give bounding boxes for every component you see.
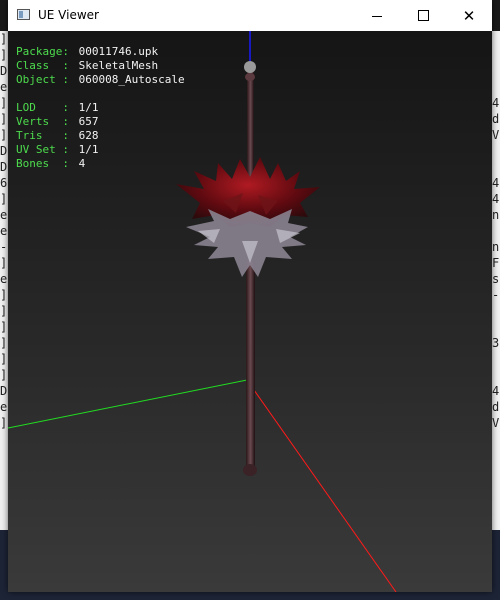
object-value: 060008_Autoscale [78, 73, 185, 86]
lod-value: 1/1 [78, 101, 99, 114]
minimize-button[interactable] [354, 0, 400, 31]
tris-value: 628 [78, 129, 99, 142]
console-char: d [492, 400, 500, 414]
console-char [492, 143, 500, 159]
console-char: 4 [492, 384, 500, 398]
lod-label: LOD : [16, 101, 69, 114]
verts-label: Verts : [16, 115, 69, 128]
info-row-verts: Verts : 657 [16, 115, 185, 129]
console-char [492, 159, 500, 175]
axis-y-line [8, 379, 248, 429]
package-value: 00011746.upk [78, 45, 159, 58]
uvset-label: UV Set : [16, 143, 69, 156]
verts-value: 657 [78, 115, 99, 128]
console-char [492, 351, 500, 367]
bones-label: Bones : [16, 157, 69, 170]
minimize-icon [372, 16, 382, 17]
console-char [492, 367, 500, 383]
console-char: F [492, 256, 500, 270]
info-row-uvset: UV Set : 1/1 [16, 143, 185, 157]
close-button[interactable]: ✕ [446, 0, 492, 31]
console-char: V [492, 416, 500, 430]
info-row-bones: Bones : 4 [16, 157, 185, 171]
weapon-shaft-lower [246, 261, 255, 471]
weapon-pommel [243, 464, 257, 476]
class-label: Class : [16, 59, 69, 72]
console-char: 4 [492, 176, 500, 190]
tris-label: Tris : [16, 129, 69, 142]
class-value: SkeletalMesh [78, 59, 159, 72]
console-char [492, 63, 500, 79]
console-char: n [492, 208, 500, 222]
axis-x-line [246, 379, 397, 592]
console-char: s [492, 272, 500, 286]
3d-viewport[interactable]: Package: 00011746.upk Class : SkeletalMe… [8, 31, 492, 592]
info-row-class: Class : SkeletalMesh [16, 59, 185, 73]
uvset-value: 1/1 [78, 143, 99, 156]
console-char: V [492, 128, 500, 142]
console-char: 4 [492, 192, 500, 206]
background-console-right: 4dV 44n nFs- 3 4dV [492, 31, 500, 591]
console-char: 4 [492, 96, 500, 110]
info-row-package: Package: 00011746.upk [16, 45, 185, 59]
bones-value: 4 [78, 157, 86, 170]
maximize-icon [417, 10, 429, 21]
console-char: d [492, 112, 500, 126]
ue-viewer-window[interactable]: UE Viewer ✕ Package: 00011746.upk Class … [8, 0, 492, 592]
weapon-tip-orb [244, 61, 256, 73]
console-char [492, 319, 500, 335]
info-row-lod: LOD : 1/1 [16, 101, 185, 115]
console-char [492, 303, 500, 319]
mesh-info-panel: Package: 00011746.upk Class : SkeletalMe… [16, 45, 185, 171]
console-char: 3 [492, 336, 500, 350]
app-window-icon [17, 9, 30, 20]
console-char [492, 79, 500, 95]
object-label: Object : [16, 73, 69, 86]
console-char [492, 47, 500, 63]
console-char [492, 223, 500, 239]
info-row-object: Object : 060008_Autoscale [16, 73, 185, 87]
console-char: n [492, 240, 500, 254]
info-row-tris: Tris : 628 [16, 129, 185, 143]
console-char: - [492, 288, 500, 302]
console-char [492, 31, 500, 47]
close-icon: ✕ [462, 6, 476, 25]
maximize-button[interactable] [400, 0, 446, 31]
window-title: UE Viewer [38, 8, 99, 22]
package-label: Package: [16, 45, 69, 58]
title-bar[interactable]: UE Viewer ✕ [8, 0, 492, 31]
